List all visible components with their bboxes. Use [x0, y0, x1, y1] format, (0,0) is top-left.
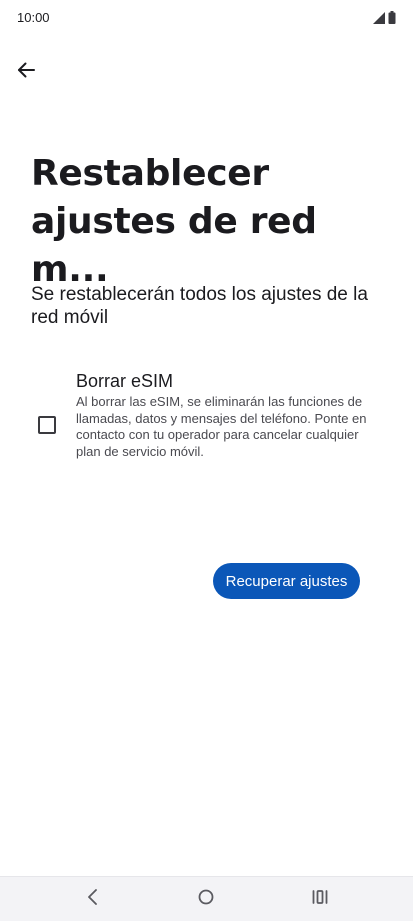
back-button[interactable]: [12, 58, 40, 86]
page-title: Restablecer ajustes de red m...: [31, 153, 317, 290]
signal-icon: [373, 11, 385, 29]
arrow-left-icon: [16, 60, 36, 85]
status-bar: 10:00: [0, 0, 413, 36]
back-icon: [85, 888, 101, 911]
erase-esim-label: Borrar eSIM: [76, 371, 174, 391]
home-icon: [197, 888, 215, 911]
nav-back-button[interactable]: [79, 885, 107, 913]
status-time: 10:00: [17, 10, 50, 25]
page-description: Se restablecerán todos los ajustes de la…: [31, 284, 368, 328]
recents-icon: [311, 888, 329, 911]
erase-esim-option[interactable]: Borrar eSIM Al borrar las eSIM, se elimi…: [0, 368, 413, 464]
erase-esim-checkbox[interactable]: [38, 416, 56, 434]
nav-home-button[interactable]: [192, 885, 220, 913]
status-icons: [373, 11, 396, 29]
system-nav-bar: [0, 876, 413, 921]
reset-settings-button[interactable]: Recuperar ajustes: [213, 563, 360, 599]
nav-recents-button[interactable]: [306, 885, 334, 913]
battery-icon: [388, 11, 396, 29]
erase-esim-description: Al borrar las eSIM, se eliminarán las fu…: [76, 394, 367, 459]
